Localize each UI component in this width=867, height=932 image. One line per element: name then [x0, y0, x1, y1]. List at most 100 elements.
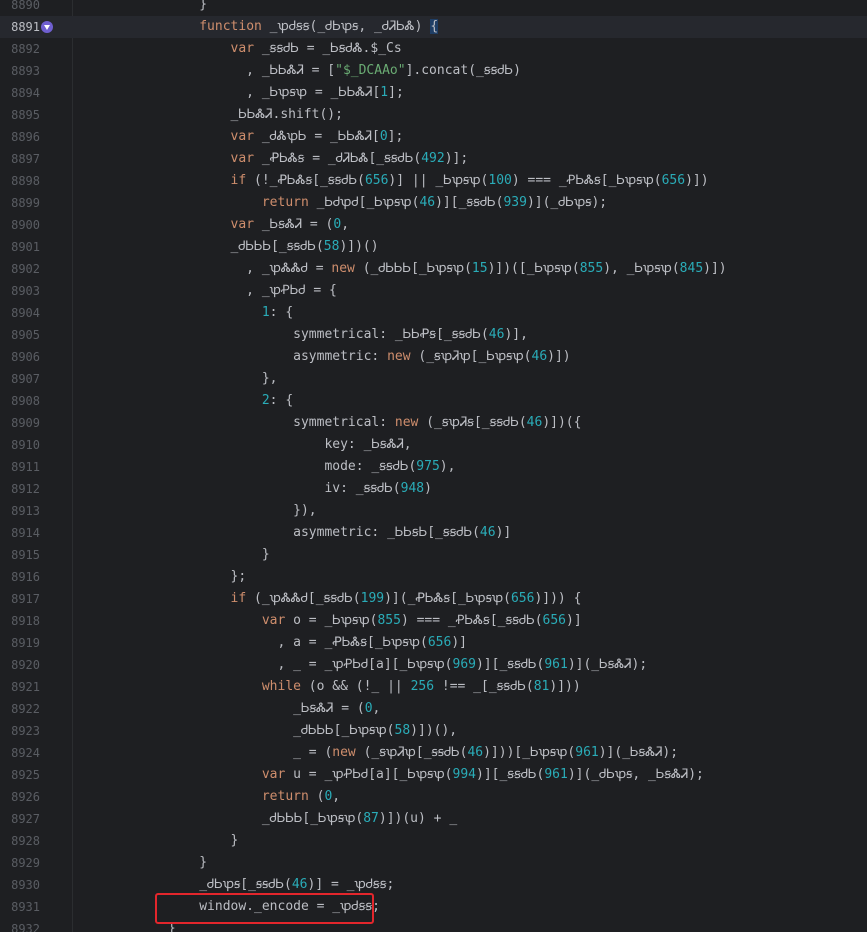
line-number[interactable]: 8918	[0, 610, 40, 632]
code-token: )])()	[339, 239, 379, 254]
code-line[interactable]: 8900 var _ᏏꞩᏜᏘ = (0,	[0, 214, 867, 236]
code-token: )] || _Ꮟꝕꞩꝕ(	[388, 173, 489, 188]
line-number[interactable]: 8915	[0, 544, 40, 566]
line-number[interactable]: 8905	[0, 324, 40, 346]
line-number[interactable]: 8906	[0, 346, 40, 368]
code-line[interactable]: 8890 }	[0, 0, 867, 16]
line-number[interactable]: 8913	[0, 500, 40, 522]
line-number[interactable]: 8911	[0, 456, 40, 478]
code-line[interactable]: 8916 };	[0, 566, 867, 588]
line-number[interactable]: 8927	[0, 808, 40, 830]
code-line[interactable]: 8908 2: {	[0, 390, 867, 412]
implementation-icon[interactable]	[40, 20, 54, 34]
code-token: )])({	[542, 415, 582, 430]
code-line[interactable]: 8923 _ᏧᏏᏏᏏ[_Ꮟꝕꞩꝕ(58)])(),	[0, 720, 867, 742]
code-line[interactable]: 8905 symmetrical: _ᏏᏏꝒꞩ[_ꞩꞩᏧᏏ(46)],	[0, 324, 867, 346]
code-editor[interactable]: 8890 } 8891 function _ꝕᏧꞩꞩ(_ᏧᏏꝕꞩ, _ᏧᏘᏏᏜ) …	[0, 0, 867, 932]
line-code: asymmetric: _ᏏᏏꞩᏏ[_ꞩꞩᏧᏏ(46)]	[74, 522, 511, 544]
code-line[interactable]: 8921 while (o && (!_ || 256 !== _[_ꞩꞩᏧᏏ(…	[0, 676, 867, 698]
code-line[interactable]: 8903 , _ꝕꝒᏏᏧ = {	[0, 280, 867, 302]
code-line[interactable]: 8891 function _ꝕᏧꞩꞩ(_ᏧᏏꝕꞩ, _ᏧᏘᏏᏜ) {	[0, 16, 867, 38]
code-line[interactable]: 8904 1: {	[0, 302, 867, 324]
line-number[interactable]: 8920	[0, 654, 40, 676]
line-number[interactable]: 8890	[0, 0, 40, 16]
line-number[interactable]: 8896	[0, 126, 40, 148]
code-line[interactable]: 8930 _ᏧᏏꝕꞩ[_ꞩꞩᏧᏏ(46)] = _ꝕᏧꞩꞩ;	[0, 874, 867, 896]
line-number[interactable]: 8929	[0, 852, 40, 874]
code-token: )])	[685, 173, 709, 188]
code-line[interactable]: 8918 var o = _Ꮟꝕꞩꝕ(855) === _ꝒᏏᏜꞩ[_ꞩꞩᏧᏏ(…	[0, 610, 867, 632]
line-number[interactable]: 8895	[0, 104, 40, 126]
line-number[interactable]: 8893	[0, 60, 40, 82]
code-line[interactable]: 8897 var _ꝒᏏᏜꞩ = _ᏧᏘᏏᏜ[_ꞩꞩᏧᏏ(492)];	[0, 148, 867, 170]
code-line[interactable]: 8896 var _ᏧᏜꝕᏏ = _ᏏᏏᏜᏘ[0];	[0, 126, 867, 148]
code-line[interactable]: 8927 _ᏧᏏᏏᏏ[_Ꮟꝕꞩꝕ(87)])(u) + _	[0, 808, 867, 830]
code-line[interactable]: 8899 return _ᏏᏧꝕᏧ[_Ꮟꝕꞩꝕ(46)][_ꞩꞩᏧᏏ(939)]…	[0, 192, 867, 214]
code-line[interactable]: 8913 }),	[0, 500, 867, 522]
code-line[interactable]: 8915 }	[0, 544, 867, 566]
line-number[interactable]: 8909	[0, 412, 40, 434]
code-token: new	[394, 415, 419, 430]
code-line[interactable]: 8925 var u = _ꝕꝒᏏᏧ[a][_Ꮟꝕꞩꝕ(994)][_ꞩꞩᏧᏏ(…	[0, 764, 867, 786]
code-line[interactable]: 8902 , _ꝕᏜᏜᏧ = new (_ᏧᏏᏏᏏ[_Ꮟꝕꞩꝕ(15)])([_…	[0, 258, 867, 280]
code-line[interactable]: 8895 _ᏏᏏᏜᏘ.shift();	[0, 104, 867, 126]
line-number[interactable]: 8912	[0, 478, 40, 500]
line-number[interactable]: 8901	[0, 236, 40, 258]
line-number[interactable]: 8916	[0, 566, 40, 588]
line-number[interactable]: 8903	[0, 280, 40, 302]
code-line[interactable]: 8901 _ᏧᏏᏏᏏ[_ꞩꞩᏧᏏ(58)])()	[0, 236, 867, 258]
line-code: var u = _ꝕꝒᏏᏧ[a][_Ꮟꝕꞩꝕ(994)][_ꞩꞩᏧᏏ(961)]…	[74, 764, 704, 786]
code-line[interactable]: 8898 if (!_ꝒᏏᏜꞩ[_ꞩꞩᏧᏏ(656)] || _Ꮟꝕꞩꝕ(100…	[0, 170, 867, 192]
line-number[interactable]: 8919	[0, 632, 40, 654]
line-number[interactable]: 8891	[0, 16, 40, 38]
code-token: (o && (!_ ||	[300, 679, 411, 694]
line-number[interactable]: 8900	[0, 214, 40, 236]
code-line[interactable]: 8929 }	[0, 852, 867, 874]
code-line[interactable]: 8894 , _Ꮟꝕꞩꝕ = _ᏏᏏᏜᏘ[1];	[0, 82, 867, 104]
code-line[interactable]: 8926 return (0,	[0, 786, 867, 808]
line-number[interactable]: 8925	[0, 764, 40, 786]
code-line[interactable]: 8912 iv: _ꞩꞩᏧᏏ(948)	[0, 478, 867, 500]
line-code: },	[74, 368, 278, 390]
line-number[interactable]: 8917	[0, 588, 40, 610]
line-number[interactable]: 8924	[0, 742, 40, 764]
code-line[interactable]: 8922 _ᏏꞩᏜᏘ = (0,	[0, 698, 867, 720]
line-number[interactable]: 8926	[0, 786, 40, 808]
line-number[interactable]: 8932	[0, 918, 40, 932]
code-line[interactable]: 8906 asymmetric: new (_ꞩꝕᏘꝕ[_Ꮟꝕꞩꝕ(46)])	[0, 346, 867, 368]
line-number[interactable]: 8898	[0, 170, 40, 192]
line-number[interactable]: 8907	[0, 368, 40, 390]
code-token: )];	[444, 151, 469, 166]
line-number[interactable]: 8897	[0, 148, 40, 170]
code-line[interactable]: 8910 key: _ᏏꞩᏜᏘ,	[0, 434, 867, 456]
code-token: )] = _ꝕᏧꞩꞩ;	[307, 877, 395, 892]
code-line[interactable]: 8917 if (_ꝕᏜᏜᏧ[_ꞩꞩᏧᏏ(199)](_ꝒᏏᏜꞩ[_Ꮟꝕꞩꝕ(6…	[0, 588, 867, 610]
line-number[interactable]: 8930	[0, 874, 40, 896]
line-number[interactable]: 8904	[0, 302, 40, 324]
code-line[interactable]: 8909 symmetrical: new (_ꞩꝕᏘꞩ[_ꞩꞩᏧᏏ(46)])…	[0, 412, 867, 434]
code-line[interactable]: 8911 mode: _ꞩꞩᏧᏏ(975),	[0, 456, 867, 478]
line-number[interactable]: 8910	[0, 434, 40, 456]
code-line[interactable]: 8932 }	[0, 918, 867, 932]
line-number[interactable]: 8892	[0, 38, 40, 60]
code-line[interactable]: 8892 var _ꞩꞩᏧᏏ = _ᏏꞩᏧᏜ.$_Cs	[0, 38, 867, 60]
code-line[interactable]: 8928 }	[0, 830, 867, 852]
line-number[interactable]: 8899	[0, 192, 40, 214]
code-line[interactable]: 8907 },	[0, 368, 867, 390]
line-number[interactable]: 8921	[0, 676, 40, 698]
line-number[interactable]: 8902	[0, 258, 40, 280]
code-line[interactable]: 8931 window._encode = _ꝕᏧꞩꞩ;	[0, 896, 867, 918]
line-number[interactable]: 8914	[0, 522, 40, 544]
line-number[interactable]: 8922	[0, 698, 40, 720]
line-number[interactable]: 8928	[0, 830, 40, 852]
code-line[interactable]: 8919 , a = _ꝒᏏᏜꞩ[_Ꮟꝕꞩꝕ(656)]	[0, 632, 867, 654]
line-number[interactable]: 8908	[0, 390, 40, 412]
code-line[interactable]: 8924 _ = (new (_ꞩꝕᏘꝕ[_ꞩꞩᏧᏏ(46)]))[_Ꮟꝕꞩꝕ(…	[0, 742, 867, 764]
code-line[interactable]: 8893 , _ᏏᏏᏜᏘ = ["$_DCAAo"].concat(_ꞩꞩᏧᏏ)	[0, 60, 867, 82]
line-number[interactable]: 8931	[0, 896, 40, 918]
line-number[interactable]: 8894	[0, 82, 40, 104]
code-line[interactable]: 8914 asymmetric: _ᏏᏏꞩᏏ[_ꞩꞩᏧᏏ(46)]	[0, 522, 867, 544]
line-number[interactable]: 8923	[0, 720, 40, 742]
code-line[interactable]: 8920 , _ = _ꝕꝒᏏᏧ[a][_Ꮟꝕꞩꝕ(969)][_ꞩꞩᏧᏏ(96…	[0, 654, 867, 676]
